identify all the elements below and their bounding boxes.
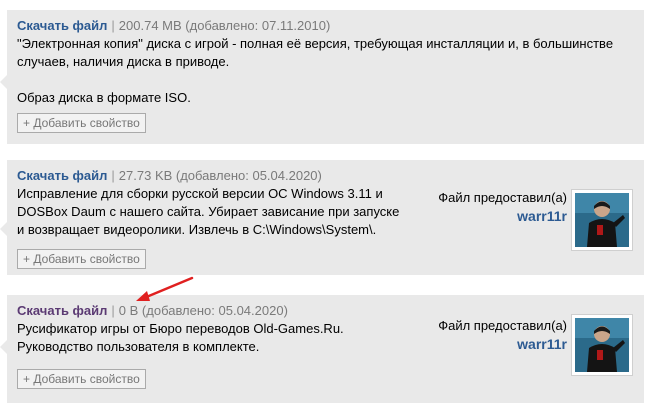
red-arrow-icon [136, 276, 194, 301]
file-entry: Скачать файл | 0 B (добавлено: 05.04.2020)… [0, 295, 644, 403]
avatar-image [575, 193, 629, 247]
description-line: случаев, наличия диска в приводе. [17, 54, 230, 69]
uploader-name-link[interactable]: warr11r [438, 207, 567, 225]
uploader-label: Файл предоставил(а) [438, 190, 567, 205]
file-meta: 200.74 MB (добавлено: 07.11.2010) [118, 18, 331, 33]
avatar-image [575, 318, 629, 372]
user-avatar[interactable] [571, 314, 633, 376]
uploader-info: Файл предоставил(а) warr11r [438, 317, 567, 353]
file-description: "Электронная копия" диска с игрой - полн… [17, 35, 634, 107]
uploader-label: Файл предоставил(а) [438, 318, 567, 333]
download-file-link[interactable]: Скачать файл [17, 303, 107, 318]
add-property-button[interactable]: + Добавить свойство [17, 369, 146, 389]
file-header: Скачать файл | 200.74 MB (добавлено: 07.11… [17, 17, 634, 34]
separator: | [111, 18, 115, 33]
uploader-info: Файл предоставил(а) warr11r [438, 189, 567, 225]
file-entry: Скачать файл | 200.74 MB (добавлено: 07.11… [0, 10, 644, 144]
separator: | [111, 303, 115, 318]
file-meta: 27.73 KB (добавлено: 05.04.2020) [118, 168, 322, 183]
download-file-link[interactable]: Скачать файл [17, 168, 107, 183]
download-file-link[interactable]: Скачать файл [17, 18, 107, 33]
user-avatar[interactable] [571, 189, 633, 251]
separator: | [111, 168, 115, 183]
uploader-name-link[interactable]: warr11r [438, 335, 567, 353]
file-header: Скачать файл | 27.73 KB (добавлено: 05.04.… [17, 167, 634, 184]
add-property-button[interactable]: + Добавить свойство [17, 249, 146, 269]
description-line: Образ диска в формате ISO. [17, 90, 191, 105]
add-property-button[interactable]: + Добавить свойство [17, 113, 146, 133]
description-line: "Электронная копия" диска с игрой - полн… [17, 36, 614, 51]
file-entry: Скачать файл | 27.73 KB (добавлено: 05.04.… [0, 160, 644, 275]
